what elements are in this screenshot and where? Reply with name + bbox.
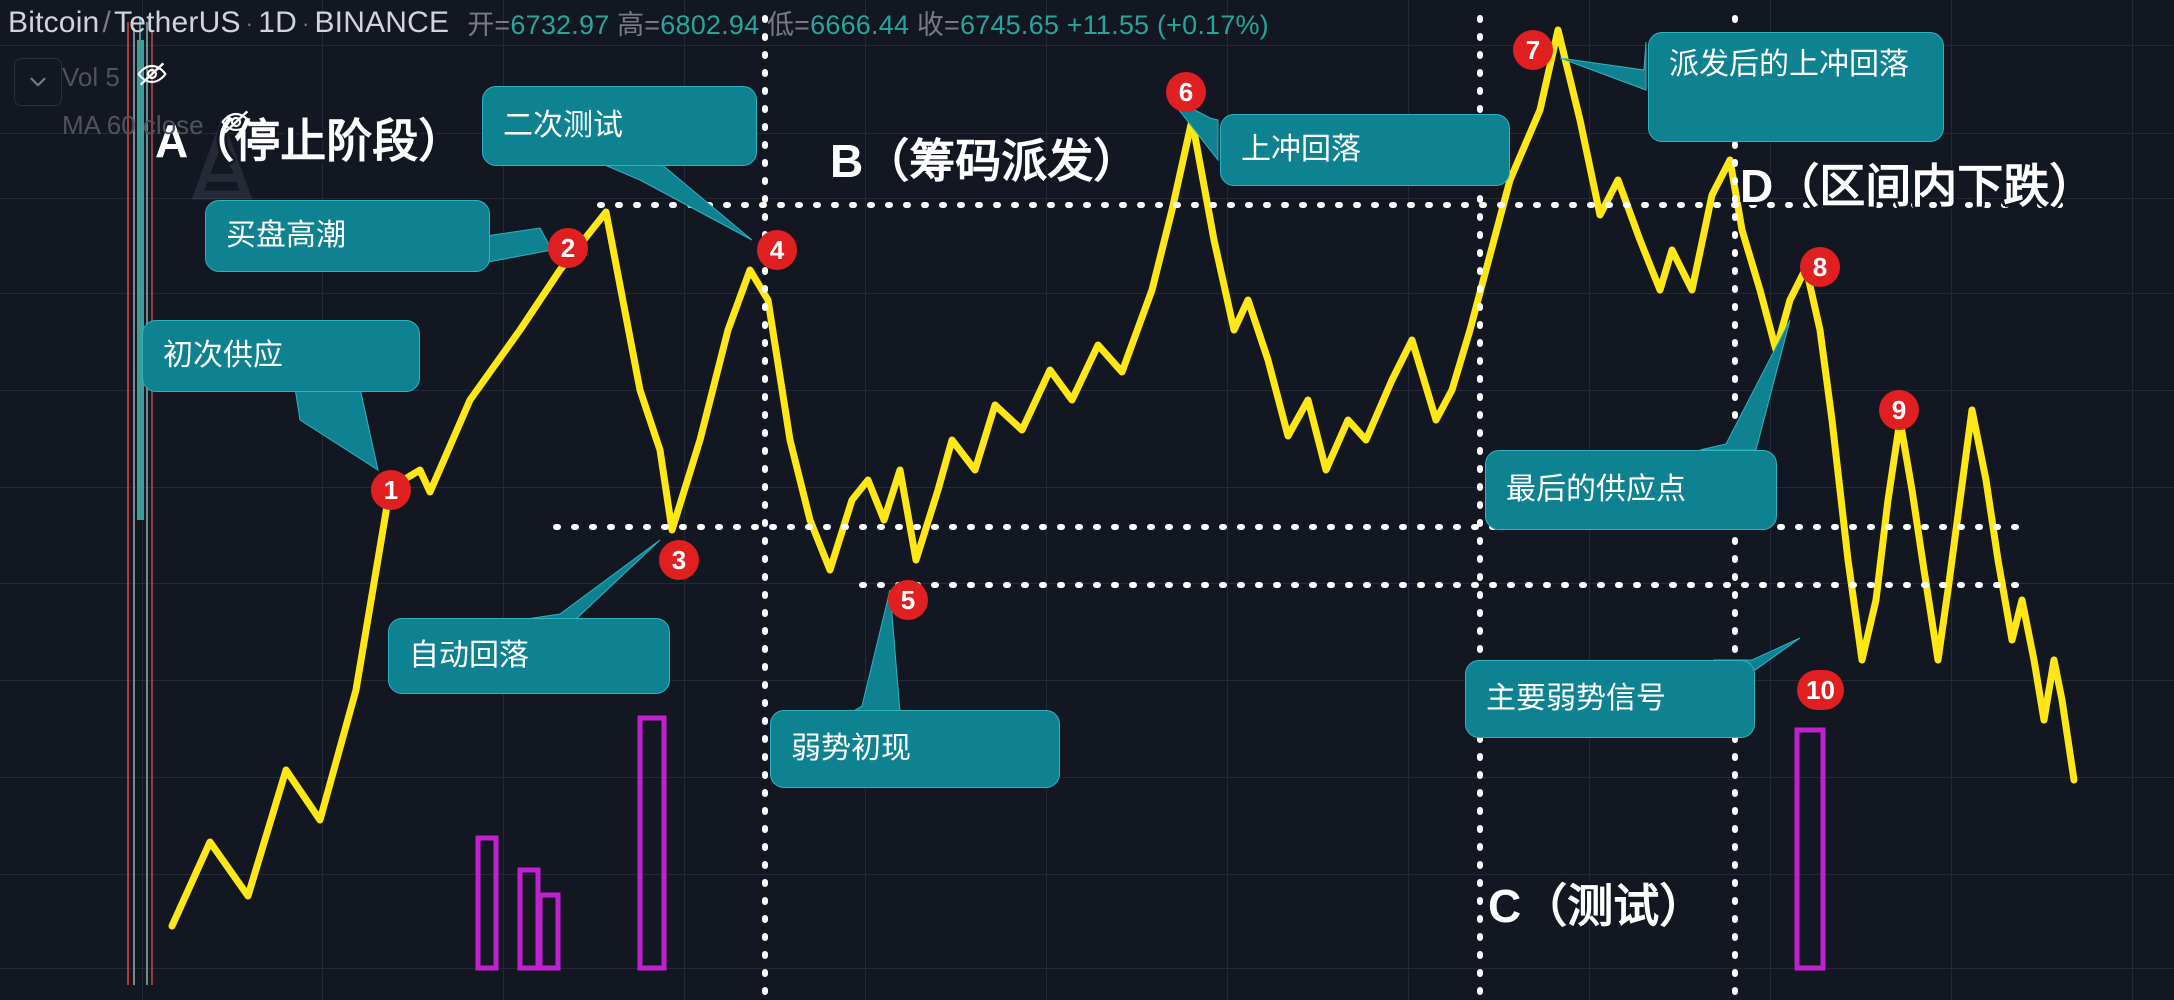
hidden-eye-icon[interactable] [220, 106, 252, 145]
callout-text: 买盘高潮 [226, 219, 346, 253]
event-badge-label: 5 [900, 584, 916, 615]
dot-separator-2: · [301, 10, 310, 36]
ohlc-readout: 开=6732.97 高=6802.94 低=6666.44 收=6745.65 … [467, 3, 1269, 42]
callout-text: 主要弱势信号 [1486, 682, 1666, 716]
open-value: 6732.97 [510, 10, 610, 40]
event-badge-4[interactable]: 4 [757, 230, 797, 270]
interval-label: 1D [258, 5, 297, 39]
phase-label-c: C（测试） [1488, 880, 1706, 932]
event-badge-8[interactable]: 8 [1800, 247, 1840, 287]
tail-last-point-of-supply [1699, 319, 1791, 451]
exchange-label: BINANCE [314, 5, 450, 39]
tail-automatic-reaction [519, 539, 661, 621]
phase-label-d: D（区间内下跌） [1740, 160, 2096, 212]
callout-upthrust-after-dist[interactable]: 派发后的上冲回落 [1648, 32, 1944, 142]
legend-item-volume[interactable]: Vol 5 [62, 58, 168, 97]
event-badge-3[interactable]: 3 [659, 540, 699, 580]
high-key: 高= [617, 10, 661, 40]
open-key: 开= [467, 10, 511, 40]
callout-major-sign-of-weakness[interactable]: 主要弱势信号 [1465, 660, 1755, 738]
event-badge-1[interactable]: 1 [371, 470, 411, 510]
callout-secondary-test[interactable]: 二次测试 [482, 86, 757, 166]
collapse-pane-button[interactable] [14, 58, 62, 106]
close-value: 6745.65 [960, 10, 1060, 40]
callout-buying-climax[interactable]: 买盘高潮 [205, 200, 490, 272]
high-value: 6802.94 [660, 10, 760, 40]
legend-item-ma[interactable]: MA 60 close [62, 106, 252, 145]
low-key: 低= [766, 10, 811, 40]
event-badge-10[interactable]: 10 [1797, 670, 1844, 710]
event-badge-label: 4 [769, 234, 785, 265]
callout-last-point-of-supply[interactable]: 最后的供应点 [1485, 450, 1777, 530]
low-value: 6666.44 [810, 10, 910, 40]
callout-preliminary-supply[interactable]: 初次供应 [142, 320, 420, 392]
event-badge-label: 10 [1806, 674, 1835, 705]
change-value: +11.55 (+0.17%) [1066, 10, 1269, 40]
event-badge-label: 8 [1812, 251, 1828, 282]
event-badge-9[interactable]: 9 [1879, 390, 1919, 430]
phase-label-b: B（筹码派发） [830, 135, 1140, 187]
dot-separator-1: · [245, 10, 254, 36]
event-badge-2[interactable]: 2 [548, 228, 588, 268]
symbol-header: Bitcoin / TetherUS · 1D · BINANCE 开=6732.97 高=… [0, 0, 2174, 45]
tail-buying-climax [485, 227, 553, 263]
callout-text: 派发后的上冲回落 [1669, 48, 1909, 81]
tail-preliminary-supply [294, 387, 379, 472]
event-badge-label: 1 [383, 474, 399, 505]
symbol-quote: TetherUS [114, 5, 241, 39]
callout-text: 自动回落 [409, 639, 529, 673]
event-badge-label: 6 [1178, 76, 1194, 107]
close-key: 收= [916, 10, 961, 40]
legend-volume-label: Vol 5 [62, 62, 120, 92]
callout-automatic-reaction[interactable]: 自动回落 [388, 618, 670, 694]
callout-text: 最后的供应点 [1506, 473, 1686, 507]
event-badge-label: 2 [560, 232, 576, 263]
symbol-title[interactable]: Bitcoin / TetherUS · 1D · BINANCE [8, 6, 449, 40]
callout-text: 弱势初现 [791, 732, 911, 766]
legend-ma-label: MA 60 close [62, 110, 204, 140]
chevron-down-icon [30, 77, 46, 87]
symbol-separator: / [102, 5, 111, 39]
event-badge-6[interactable]: 6 [1166, 72, 1206, 112]
callout-upthrust-after-dist-b[interactable]: 上冲回落 [1220, 114, 1510, 186]
tail-upthrust-after-dist [1559, 41, 1647, 91]
event-badge-label: 9 [1891, 394, 1907, 425]
callout-text: 上冲回落 [1241, 133, 1361, 167]
symbol-base: Bitcoin [8, 5, 100, 39]
chart-screenshot: Bitcoin / TetherUS · 1D · BINANCE 开=6732.97 高=… [0, 0, 2174, 1000]
tail-secondary-test [599, 162, 753, 241]
hidden-eye-icon[interactable] [136, 58, 168, 97]
event-badge-label: 3 [671, 544, 687, 575]
callout-text: 二次测试 [503, 109, 623, 143]
callout-text: 初次供应 [163, 339, 283, 373]
event-badge-5[interactable]: 5 [888, 580, 928, 620]
callout-sign-of-weakness[interactable]: 弱势初现 [770, 710, 1060, 788]
